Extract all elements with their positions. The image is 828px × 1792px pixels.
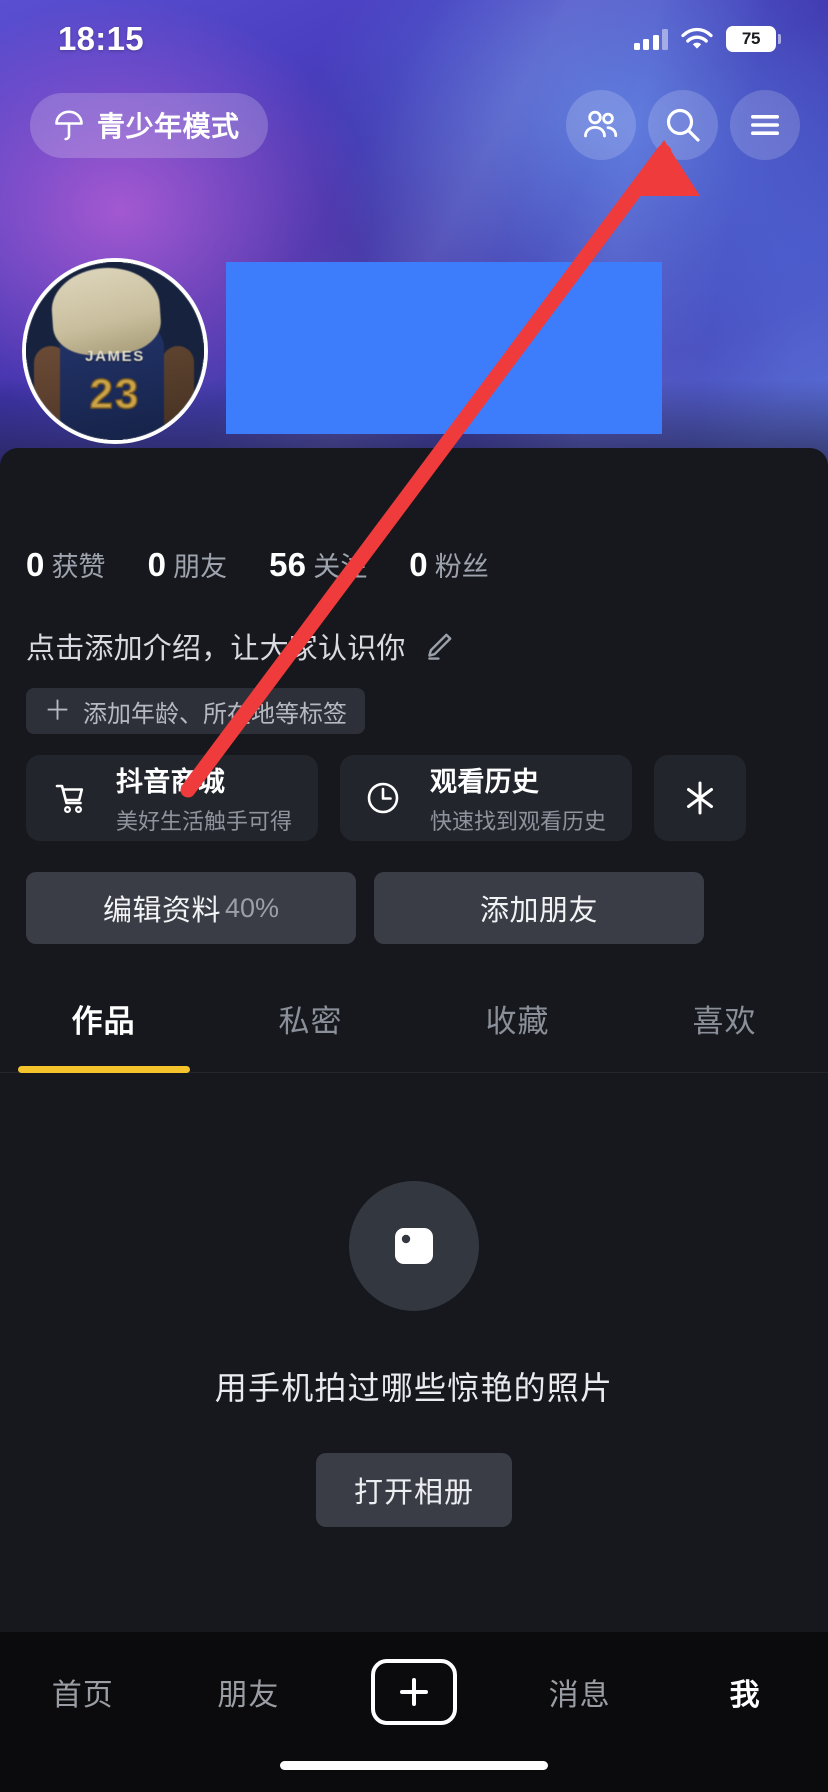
tab-private-label: 私密	[278, 1004, 343, 1039]
nav-me[interactable]: 我	[662, 1654, 828, 1730]
content-tabs: 作品 私密 收藏 喜欢	[0, 965, 828, 1073]
tab-favorites[interactable]: 收藏	[414, 965, 621, 1073]
clock-icon	[356, 771, 410, 825]
photo-icon	[349, 1181, 479, 1311]
add-friend-button[interactable]: 添加朋友	[374, 872, 704, 944]
nav-messages[interactable]: 消息	[497, 1654, 663, 1730]
shortcut-cards: 抖音商城 美好生活触手可得 观看历史 快速找到观看历史	[26, 755, 747, 841]
battery-icon: 75	[726, 26, 781, 52]
edit-profile-progress: 40%	[224, 892, 280, 923]
umbrella-icon	[55, 110, 83, 141]
nav-home-label: 首页	[51, 1679, 114, 1712]
cellular-signal-icon	[633, 28, 668, 50]
profile-action-buttons: 编辑资料 40% 添加朋友	[26, 872, 704, 944]
shortcut-card-history[interactable]: 观看历史 快速找到观看历史	[340, 755, 633, 841]
top-bar: 青少年模式	[0, 90, 828, 160]
tab-liked-label: 喜欢	[692, 1004, 757, 1039]
teen-mode-label: 青少年模式	[97, 111, 240, 142]
nav-home[interactable]: 首页	[0, 1654, 166, 1730]
tab-favorites-label: 收藏	[485, 1004, 550, 1039]
stat-followers-label: 粉丝	[434, 552, 489, 582]
shortcut-card-mall[interactable]: 抖音商城 美好生活触手可得	[26, 755, 319, 841]
top-bar-actions	[566, 90, 800, 160]
tab-private[interactable]: 私密	[207, 965, 414, 1073]
add-friend-label: 添加朋友	[479, 895, 598, 927]
empty-state-title: 用手机拍过哪些惊艳的照片	[214, 1370, 614, 1406]
status-clock: 18:15	[58, 20, 144, 57]
stat-following-value: 56	[269, 546, 307, 583]
nav-me-label: 我	[729, 1679, 761, 1712]
stat-following-label: 关注	[313, 552, 368, 582]
open-album-button[interactable]: 打开相册	[316, 1453, 512, 1527]
plus-icon: ＋	[44, 695, 71, 726]
empty-state: 用手机拍过哪些惊艳的照片 打开相册	[0, 1073, 828, 1527]
stat-friends-label: 朋友	[173, 552, 228, 582]
shortcut-card-mall-title: 抖音商城	[116, 767, 226, 797]
shortcut-card-history-title: 观看历史	[430, 767, 540, 797]
stat-friends[interactable]: 0 朋友	[148, 545, 228, 584]
stat-likes-value: 0	[26, 546, 45, 583]
wifi-icon	[681, 27, 713, 49]
tab-works[interactable]: 作品	[0, 965, 207, 1073]
shortcut-card-history-subtitle: 快速找到观看历史	[430, 809, 607, 834]
edit-profile-label: 编辑资料	[102, 895, 221, 927]
nav-friends[interactable]: 朋友	[166, 1654, 332, 1730]
friends-button[interactable]	[566, 90, 636, 160]
stat-likes-label: 获赞	[51, 552, 106, 582]
stat-followers-value: 0	[409, 546, 428, 583]
add-tags-button[interactable]: ＋ 添加年龄、所在地等标签	[26, 688, 365, 734]
profile-stats: 0 获赞 0 朋友 56 关注 0 粉丝	[26, 545, 489, 584]
battery-percent: 75	[741, 29, 761, 48]
add-tags-label: 添加年龄、所在地等标签	[83, 700, 347, 728]
avatar-image: JAMES 23	[26, 262, 204, 440]
status-bar: 18:15 75	[0, 0, 828, 78]
tab-works-label: 作品	[71, 1004, 136, 1039]
pencil-icon	[427, 633, 452, 660]
nav-friends-label: 朋友	[217, 1679, 280, 1712]
tab-liked[interactable]: 喜欢	[621, 965, 828, 1073]
bio-row[interactable]: 点击添加介绍，让大家认识你	[26, 625, 456, 667]
bio-placeholder: 点击添加介绍，让大家认识你	[26, 633, 406, 665]
search-icon	[666, 108, 700, 142]
stat-likes[interactable]: 0 获赞	[26, 545, 106, 584]
username-redaction-box	[226, 262, 662, 434]
nav-messages-label: 消息	[548, 1679, 611, 1712]
search-button[interactable]	[648, 90, 718, 160]
nav-create[interactable]	[331, 1654, 497, 1730]
menu-button[interactable]	[730, 90, 800, 160]
friends-icon	[584, 110, 618, 138]
open-album-label: 打开相册	[353, 1477, 474, 1509]
stat-followers[interactable]: 0 粉丝	[409, 545, 489, 584]
douyin-profile-screen: 18:15 75 青少年模式 JAMES 23 0 获赞 0 朋友 56 关注 …	[0, 0, 828, 1792]
douyin-star-icon	[673, 771, 727, 825]
stat-friends-value: 0	[147, 546, 167, 583]
teen-mode-button[interactable]: 青少年模式	[30, 92, 268, 158]
shopping-cart-icon	[42, 771, 96, 825]
avatar[interactable]: JAMES 23	[22, 258, 208, 444]
plus-icon	[370, 1659, 457, 1725]
home-indicator	[280, 1761, 548, 1770]
shortcut-card-partial[interactable]	[654, 755, 747, 841]
status-indicators: 75	[633, 26, 781, 52]
stat-following[interactable]: 56 关注	[269, 545, 367, 584]
shortcut-card-mall-subtitle: 美好生活触手可得	[116, 809, 293, 834]
menu-icon	[751, 115, 779, 135]
edit-profile-button[interactable]: 编辑资料 40%	[26, 872, 356, 944]
